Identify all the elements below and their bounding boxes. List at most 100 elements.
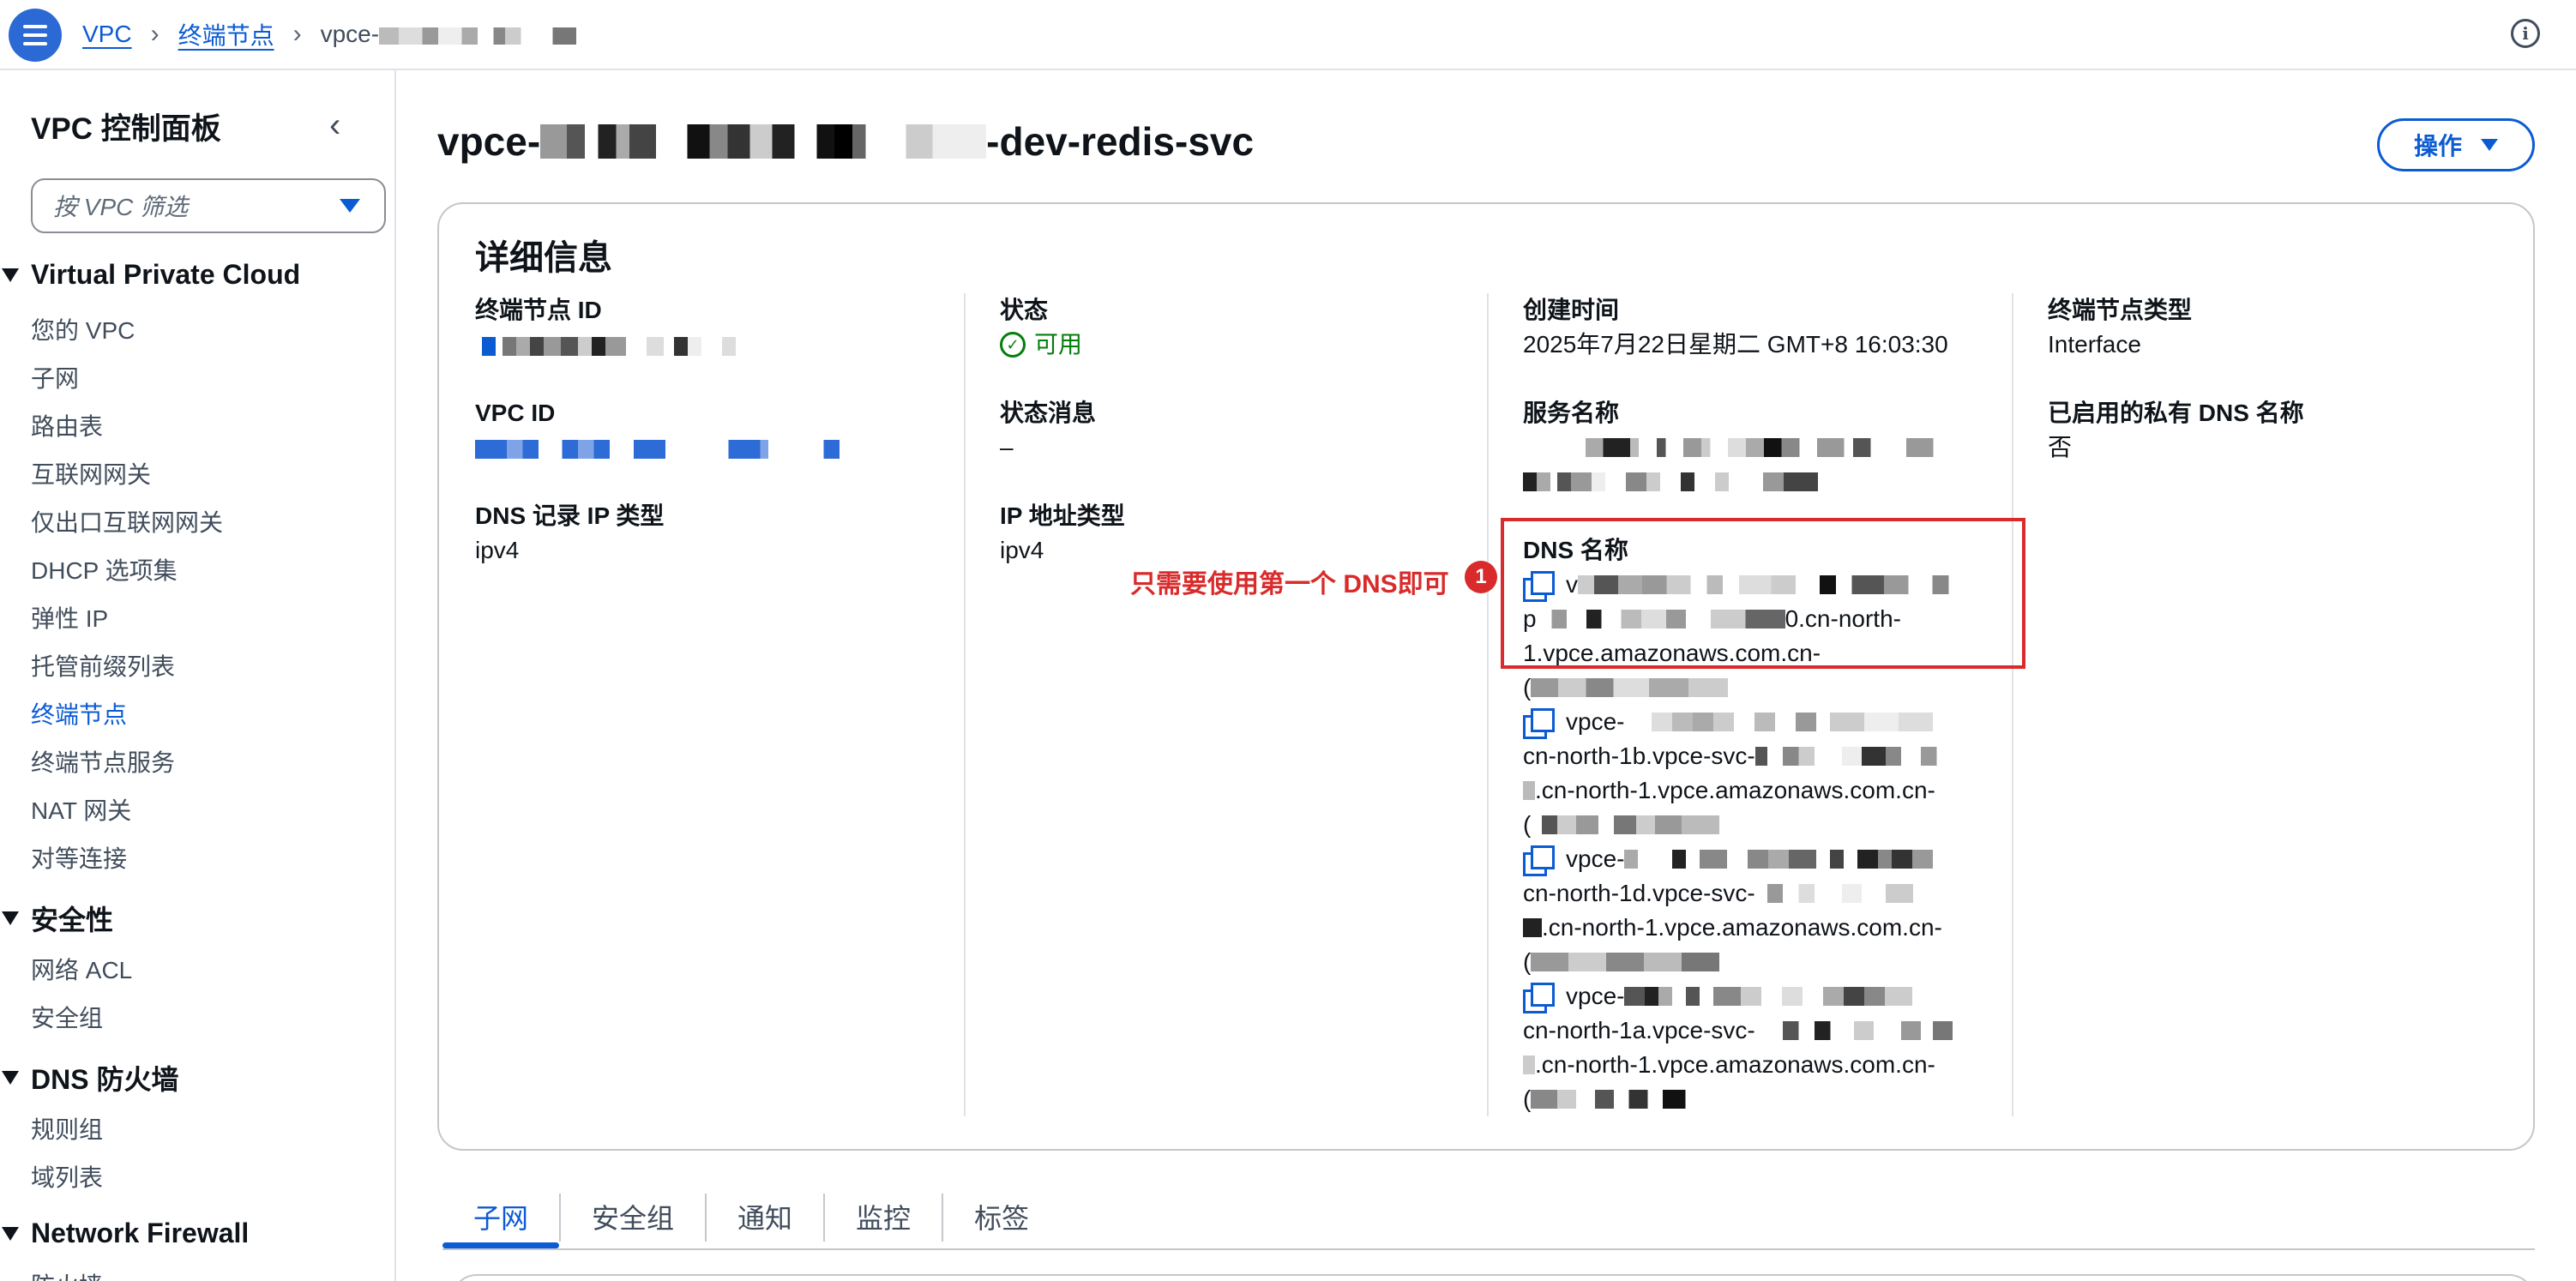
redacted-text [540,124,987,159]
endpoint-type-label: 终端节点类型 [2048,297,2193,323]
sidebar-section-security[interactable]: 安全性 [0,899,113,938]
copy-icon[interactable] [1523,983,1555,1013]
redacted-text [1531,815,1720,834]
redacted-text [1624,713,1968,731]
caret-down-icon [340,199,360,213]
redacted-text [1754,884,1953,903]
sidebar-item-security-groups[interactable]: 安全组 [31,1000,103,1034]
dns-name-text: .cn-north-1.vpce.amazonaws.com.cn- [1535,777,1935,803]
sidebar-item-domain-lists[interactable]: 域列表 [31,1159,103,1194]
breadcrumb-current: vpce- [321,21,577,48]
page-title-prefix: vpce- [437,119,541,164]
status-badge: ✓ 可用 [1000,328,1082,362]
annotation-text: 只需要使用第一个 DNS即可 [1130,570,1449,598]
actions-button-label: 操作 [2413,133,2462,159]
dns-name-entry: vpce- cn-north-1b.vpce-svc- .cn-north-1.… [1523,705,1981,842]
status-message-value: – [1000,434,1014,460]
sidebar-section-title: 安全性 [31,905,114,935]
sidebar-section-vpc[interactable]: Virtual Private Cloud [0,259,300,291]
vpc-id-label: VPC ID [475,400,556,426]
sidebar-section-network-firewall[interactable]: Network Firewall [0,1218,249,1249]
actions-button[interactable]: 操作 [2377,118,2535,171]
copy-icon[interactable] [1523,845,1555,876]
field-endpoint-type: 终端节点类型 Interface [2048,293,2192,362]
dns-name-text: vpce- [1566,983,1625,1009]
sidebar-item-prefix-lists[interactable]: 托管前缀列表 [31,648,175,683]
sidebar-item-endpoints[interactable]: 终端节点 [31,696,127,731]
sidebar-item-your-vpcs[interactable]: 您的 VPC [31,312,135,346]
redacted-text [1531,953,1720,971]
field-status-message: 状态消息 – [1000,396,1096,465]
dns-record-ip-type-label: DNS 记录 IP 类型 [475,502,665,529]
sidebar-title: VPC 控制面板 [31,112,221,146]
vpc-filter-select[interactable]: 按 VPC 筛选 [31,178,386,233]
tab-subnets[interactable]: 子网 [442,1185,560,1248]
redacted-text [1523,438,1969,457]
caret-down-icon [2,1071,19,1085]
breadcrumb-vpc-link[interactable]: VPC [82,21,132,48]
tab-notifications[interactable]: 通知 [707,1185,823,1248]
caret-down-icon [2,911,19,925]
field-ip-address-type: IP 地址类型 ipv4 [1000,499,1125,568]
field-service-name: 服务名称 [1523,396,1969,499]
sidebar-section-dns-firewall[interactable]: DNS 防火墙 [0,1058,178,1098]
redacted-text [1531,678,1729,697]
top-bar: VPC › 终端节点 › vpce- i [0,0,2576,70]
service-name-value[interactable] [1523,430,1969,499]
field-created: 创建时间 2025年7月22日星期二 GMT+8 16:03:30 [1523,293,1948,362]
dns-name-text: ( [1523,948,1532,975]
field-dns-record-ip-type: DNS 记录 IP 类型 ipv4 [475,499,664,568]
column-divider [2012,293,2013,1116]
dns-name-text: ( [1523,674,1532,701]
tab-tags[interactable]: 标签 [943,1185,1060,1248]
annotation-badge: 1 [1465,561,1497,593]
chevron-right-icon: › [150,20,159,48]
sidebar-item-route-tables[interactable]: 路由表 [31,408,103,442]
info-icon[interactable]: i [2511,19,2540,48]
sidebar-section-title: Virtual Private Cloud [31,259,301,290]
redacted-text [1624,850,1968,869]
dns-name-text: cn-north-1d.vpce-svc- [1523,880,1755,906]
dns-name-text: vpce- [1566,708,1625,735]
dns-name-text: ( [1523,1086,1532,1112]
tabs-underline [442,1248,2535,1250]
status-label: 状态 [1000,297,1049,323]
dns-name-text: cn-north-1a.vpce-svc- [1523,1017,1755,1043]
sidebar-item-internet-gateways[interactable]: 互联网网关 [31,456,151,490]
field-private-dns: 已启用的私有 DNS 名称 否 [2048,396,2304,465]
sidebar-item-endpoint-services[interactable]: 终端节点服务 [31,744,175,779]
tab-monitoring[interactable]: 监控 [825,1185,942,1248]
endpoint-id-value[interactable] [475,328,818,362]
redacted-text [1754,1021,1953,1040]
dns-name-text: vpce- [1566,845,1625,872]
sidebar-item-elastic-ips[interactable]: 弹性 IP [31,600,108,634]
sidebar-item-firewalls[interactable]: 防火墙 [31,1267,103,1281]
breadcrumb-endpoints-link[interactable]: 终端节点 [178,17,274,51]
check-circle-icon: ✓ [1000,332,1026,358]
service-name-label: 服务名称 [1523,400,1620,426]
sidebar-item-nat-gateways[interactable]: NAT 网关 [31,792,131,827]
redacted-text [1531,1090,1720,1109]
copy-icon[interactable] [1523,708,1555,739]
details-card: 详细信息 终端节点 ID VPC ID DNS 记录 IP 类型 ipv4 状态… [437,202,2535,1151]
column-divider [964,293,966,1116]
field-vpc-id: VPC ID [475,396,871,465]
endpoint-id-label: 终端节点 ID [475,297,602,323]
chevron-right-icon: › [292,20,302,48]
dns-name-text: .cn-north-1.vpce.amazonaws.com.cn- [1535,1051,1935,1078]
field-endpoint-id: 终端节点 ID [475,293,818,362]
sidebar-item-dhcp-options[interactable]: DHCP 选项集 [31,552,178,586]
redacted-text [1523,781,1535,800]
sidebar-item-peering[interactable]: 对等连接 [31,840,127,875]
tab-security-groups[interactable]: 安全组 [561,1185,705,1248]
sidebar-item-network-acls[interactable]: 网络 ACL [31,952,132,986]
sidebar-item-rule-groups[interactable]: 规则组 [31,1111,103,1146]
menu-icon[interactable] [9,9,62,62]
vpc-id-link[interactable] [475,430,871,465]
dns-name-text: .cn-north-1.vpce.amazonaws.com.cn- [1542,914,1942,941]
redacted-text [1523,472,1866,491]
status-value: 可用 [1034,331,1083,358]
sidebar-item-egress-only-gateways[interactable]: 仅出口互联网网关 [31,504,223,538]
sidebar-item-subnets[interactable]: 子网 [31,360,79,394]
chevron-left-icon[interactable]: ‹ [329,108,340,142]
